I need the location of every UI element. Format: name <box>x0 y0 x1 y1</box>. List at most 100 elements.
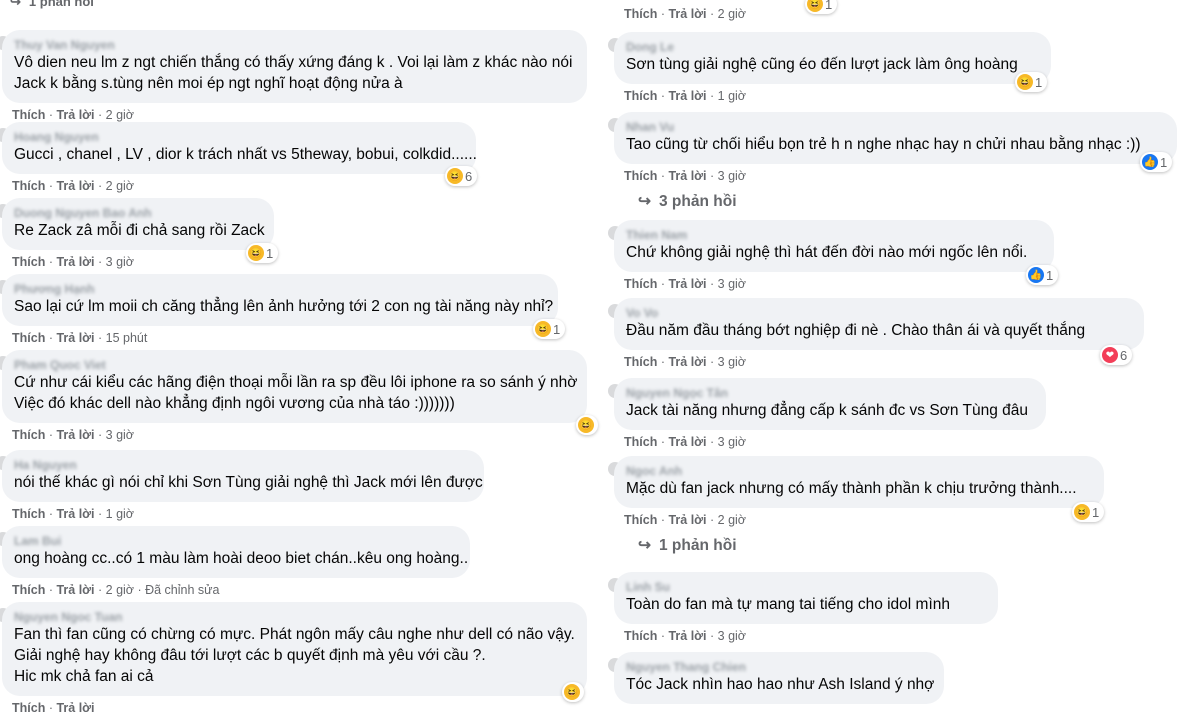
comment-actions: Thích · Trả lời · 1 giờ <box>12 507 134 521</box>
comment-actions: Thích · Trả lời · 3 giờ <box>12 255 134 269</box>
comment-actions: Thích · Trả lời · 3 giờ <box>624 169 746 183</box>
like-link[interactable]: Thích <box>12 331 45 345</box>
comment-timestamp[interactable]: 3 giờ <box>106 255 134 269</box>
like-link[interactable]: Thích <box>12 428 45 442</box>
comment-bubble: Phương Hạnh Sao lại cứ lm moii ch căng th… <box>2 274 558 326</box>
comment-timestamp[interactable]: 3 giờ <box>106 428 134 442</box>
like-link[interactable]: Thích <box>12 108 45 122</box>
comment-author[interactable]: Pham Quoc Viet <box>14 358 575 372</box>
comment-timestamp[interactable]: 15 phút <box>106 331 148 345</box>
like-link[interactable]: Thích <box>12 255 45 269</box>
comment-author[interactable]: Thien Nam <box>626 228 1042 242</box>
comment-author[interactable]: Lam Bui <box>14 534 458 548</box>
comment-author[interactable]: Ngoc Anh <box>626 464 1092 478</box>
comment-timestamp[interactable]: 3 giờ <box>718 169 746 183</box>
reply-link[interactable]: Trả lời <box>56 428 94 442</box>
reaction-count: 1 <box>1046 267 1054 283</box>
comment-timestamp[interactable]: 1 giờ <box>106 507 134 521</box>
comment-author[interactable]: Duong Nguyen Bao Anh <box>14 206 262 220</box>
comment-timestamp[interactable]: 3 giờ <box>718 435 746 449</box>
reply-link[interactable]: Trả lời <box>668 169 706 183</box>
reply-link[interactable]: Trả lời <box>668 513 706 527</box>
comment-timestamp[interactable]: 2 giờ <box>718 7 746 21</box>
reply-link[interactable]: Trả lời <box>56 701 94 715</box>
like-link[interactable]: Thích <box>12 179 45 193</box>
reaction-count: 6 <box>1120 347 1128 363</box>
comment-author[interactable]: Nguyen Thang Chien <box>626 660 932 674</box>
comment-actions: Thích · Trả lời · 3 giờ <box>624 435 746 449</box>
like-link[interactable]: Thích <box>624 89 657 103</box>
reply-link[interactable]: Trả lời <box>668 7 706 21</box>
like-link[interactable]: Thích <box>624 629 657 643</box>
reply-link[interactable]: Trả lời <box>56 108 94 122</box>
comment-timestamp[interactable]: 3 giờ <box>718 355 746 369</box>
reply-link[interactable]: Trả lời <box>668 277 706 291</box>
reply-link[interactable]: Trả lời <box>56 179 94 193</box>
like-link[interactable]: Thích <box>624 355 657 369</box>
like-link[interactable]: Thích <box>624 435 657 449</box>
comment-bubble: Ha Nguyen nói thế khác gì nói chỉ khi Sơn… <box>2 450 484 502</box>
comment-author[interactable]: Nguyen Ngoc Tuan <box>14 610 575 624</box>
view-replies-link[interactable]: ↪ 3 phản hồi <box>638 192 737 211</box>
haha-reaction-icon: 😆 <box>1017 74 1033 90</box>
reaction-summary[interactable]: 😆 1 <box>1072 502 1105 522</box>
reply-link[interactable]: Trả lời <box>56 507 94 521</box>
comment-timestamp[interactable]: 3 giờ <box>718 277 746 291</box>
comment-author[interactable]: Ha Nguyen <box>14 458 472 472</box>
like-link[interactable]: Thích <box>624 7 657 21</box>
comment-bubble: Pham Quoc Viet Cứ như cái kiểu các hãng đ… <box>2 350 587 423</box>
view-replies-link[interactable]: ↪ 1 phản hồi <box>10 0 94 10</box>
reply-link[interactable]: Trả lời <box>668 355 706 369</box>
comment-timestamp[interactable]: 2 giờ <box>106 179 134 193</box>
haha-reaction-icon: 😆 <box>1074 504 1090 520</box>
comment-author[interactable]: Linh Su <box>626 580 986 594</box>
reaction-summary[interactable]: 😆 1 <box>246 243 279 263</box>
reaction-summary[interactable]: 😆 1 <box>805 0 838 14</box>
comment-text: Toàn do fan mà tự mang tai tiếng cho ido… <box>626 596 951 613</box>
comment-timestamp[interactable]: 2 giờ <box>106 583 134 597</box>
comment-author[interactable]: Dong Le <box>626 40 1039 54</box>
reaction-summary[interactable]: 😆 <box>562 682 584 702</box>
reaction-summary[interactable]: 😆 6 <box>445 166 478 186</box>
comment-author[interactable]: Vo Vo <box>626 306 1132 320</box>
reaction-summary[interactable]: 👍 1 <box>1140 152 1173 172</box>
reaction-summary[interactable]: 😆 1 <box>1015 72 1048 92</box>
comment-author[interactable]: Thuy Van Nguyen <box>14 38 575 52</box>
like-link[interactable]: Thích <box>12 583 45 597</box>
comment-text: Sao lại cứ lm moii ch căng thẳng lên ảnh… <box>14 298 554 315</box>
left-comment-column: ↪ 1 phản hồi Thuy Van Nguyen Vô dien neu l… <box>0 0 600 715</box>
comment-author[interactable]: Nguyen Ngọc Tân <box>626 386 1034 400</box>
reply-link[interactable]: Trả lời <box>56 583 94 597</box>
comment-author[interactable]: Hoang Nguyen <box>14 130 464 144</box>
reaction-summary[interactable]: ❤ 6 <box>1100 345 1133 365</box>
like-link[interactable]: Thích <box>624 169 657 183</box>
reaction-summary[interactable]: 😆 <box>576 415 598 435</box>
comment-text: nói thế khác gì nói chỉ khi Sơn Tùng giả… <box>14 474 483 491</box>
like-reaction-icon: 👍 <box>1142 154 1158 170</box>
like-link[interactable]: Thích <box>12 507 45 521</box>
reply-link[interactable]: Trả lời <box>668 89 706 103</box>
haha-reaction-icon: 😆 <box>578 417 594 433</box>
comment-author[interactable]: Nhan Vu <box>626 120 1165 134</box>
comment-timestamp[interactable]: 1 giờ <box>718 89 746 103</box>
reaction-summary[interactable]: 😆 1 <box>533 319 566 339</box>
comment-bubble: Linh Su Toàn do fan mà tự mang tai tiếng … <box>614 572 998 624</box>
reaction-count: 1 <box>1092 504 1100 520</box>
reply-link[interactable]: Trả lời <box>668 629 706 643</box>
comment-text: Vô dien neu lm z ngt chiến thắng có thấy… <box>14 54 573 71</box>
comment-bubble: Ngoc Anh Mặc dù fan jack nhưng có mấy thà… <box>614 456 1104 508</box>
view-replies-link[interactable]: ↪ 1 phản hồi <box>638 536 737 555</box>
like-link[interactable]: Thích <box>624 513 657 527</box>
reply-link[interactable]: Trả lời <box>56 255 94 269</box>
reply-link[interactable]: Trả lời <box>668 435 706 449</box>
reply-arrow-icon: ↪ <box>638 193 651 210</box>
comment-text: Fan thì fan cũng có chừng có mực. Phát n… <box>14 626 575 643</box>
comment-author[interactable]: Phương Hạnh <box>14 282 546 296</box>
comment-timestamp[interactable]: 2 giờ <box>718 513 746 527</box>
comment-timestamp[interactable]: 2 giờ <box>106 108 134 122</box>
like-link[interactable]: Thích <box>624 277 657 291</box>
reply-link[interactable]: Trả lời <box>56 331 94 345</box>
comment-timestamp[interactable]: 3 giờ <box>718 629 746 643</box>
reaction-summary[interactable]: 👍 1 <box>1026 265 1059 285</box>
like-link[interactable]: Thích <box>12 701 45 715</box>
